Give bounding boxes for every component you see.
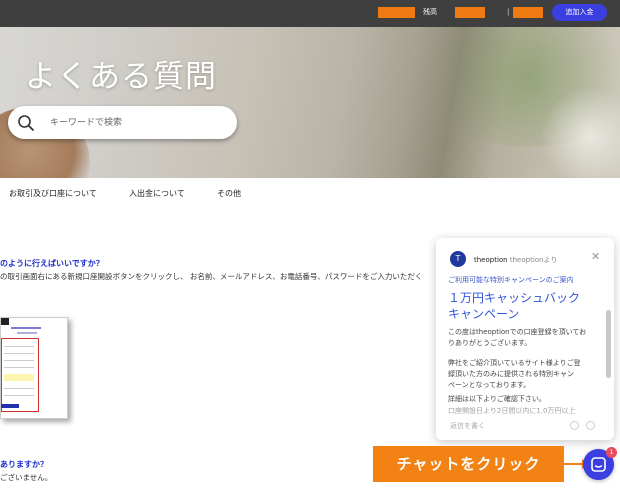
- chat-headline-2: キャンペーン: [448, 307, 520, 321]
- chat-sender-name: theoption: [474, 256, 508, 264]
- screenshot-line: [4, 388, 34, 389]
- screenshot-line: [4, 395, 34, 396]
- faq-question-2[interactable]: ありますか？: [0, 459, 48, 470]
- chat-sender-from: theoptionより: [509, 256, 558, 264]
- tab-deposit-withdrawal[interactable]: 入出金について: [129, 188, 185, 200]
- screenshot-line: [4, 346, 34, 347]
- chat-headline-1: １万円キャッシュバック: [448, 291, 581, 305]
- screenshot-line: [11, 327, 41, 329]
- search-box[interactable]: [8, 106, 237, 139]
- chat-sender: theoption theoptionより: [474, 255, 557, 265]
- chat-intro: ご利用可能な特別キャンペーンのご案内: [448, 276, 574, 284]
- screenshot-line: [4, 367, 34, 368]
- top-bar: 残高 | 追加入金: [0, 0, 620, 27]
- signup-screenshot-image: [0, 317, 68, 419]
- faq-question-1[interactable]: のように行えばいいですか？: [0, 258, 104, 269]
- emoji-icon[interactable]: [570, 421, 579, 430]
- chat-scrollbar[interactable]: [606, 310, 611, 378]
- chat-text: 録頂いた方のみに提供される特別キャン: [448, 370, 574, 378]
- screenshot-line: [17, 332, 37, 334]
- chat-popup[interactable]: T theoption theoptionより ✕ ご利用可能な特別キャンペーン…: [436, 238, 614, 440]
- screenshot-line: [4, 360, 34, 361]
- faq-answer-2: ございません。: [0, 473, 53, 482]
- balance-value-redacted: [455, 7, 485, 18]
- tab-trading-account[interactable]: お取引及び口座について: [9, 188, 97, 200]
- attachment-icon[interactable]: [586, 421, 595, 430]
- chat-icon: [591, 457, 606, 472]
- page-title: よくある質問: [25, 59, 217, 95]
- close-icon[interactable]: ✕: [591, 250, 600, 263]
- bonus-value-redacted: [513, 7, 543, 18]
- screenshot-line: [4, 353, 34, 354]
- account-id-redacted: [378, 7, 415, 18]
- screenshot-logo: [1, 318, 9, 325]
- category-tabs: お取引及び口座について 入出金について その他: [0, 188, 620, 202]
- chat-text: この度はtheoptionでの口座登録を頂いてお: [448, 328, 587, 336]
- balance-label: 残高: [423, 8, 437, 16]
- chat-text: りありがとうございます。: [448, 339, 532, 347]
- tab-other[interactable]: その他: [217, 188, 241, 200]
- search-icon: [18, 115, 34, 131]
- topbar-separator: |: [507, 8, 510, 16]
- faq-answer-1: の取引画面右にある新規口座開設ボタンをクリックし、 お名前、メールアドレス、お電…: [0, 272, 423, 281]
- chat-text: 詳細は以下よりご確認下さい。: [448, 395, 546, 403]
- notification-badge: 1: [606, 447, 617, 458]
- chat-text: ペーンとなっております。: [448, 381, 531, 389]
- chat-cta-banner: チャットをクリック: [373, 446, 564, 482]
- chat-avatar: T: [450, 251, 466, 267]
- search-input[interactable]: [50, 114, 220, 131]
- screenshot-button: [1, 404, 19, 408]
- chat-reply-input[interactable]: 返信を書く: [450, 421, 485, 431]
- add-deposit-button[interactable]: 追加入金: [552, 4, 607, 21]
- screenshot-field: [4, 374, 34, 381]
- chat-text: 弊社をご紹介頂いているサイト様よりご登: [448, 359, 581, 367]
- hero-banner: よくある質問: [0, 27, 620, 178]
